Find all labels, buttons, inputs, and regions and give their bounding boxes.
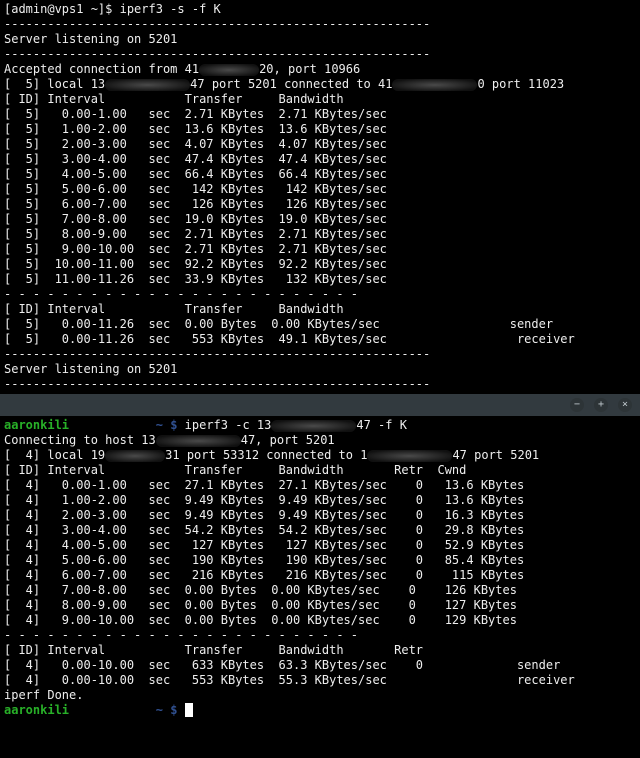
prompt-path: ~ $ <box>149 418 185 432</box>
prompt-path: ~ $ <box>149 703 185 717</box>
table-row: [ 4] 3.00-4.00 sec 54.2 KBytes 54.2 KByt… <box>4 523 575 537</box>
table-row: [ 5] 1.00-2.00 sec 13.6 KBytes 13.6 KByt… <box>4 122 517 136</box>
table-row: [ 5] 11.00-11.26 sec 33.9 KBytes 132 KBy… <box>4 272 517 286</box>
cursor-icon <box>185 703 193 717</box>
table-header: [ ID] Interval Transfer Bandwidth Retr C… <box>4 463 466 477</box>
close-icon[interactable]: × <box>618 398 632 412</box>
divider: ----------------------------------------… <box>4 347 430 361</box>
table-header: [ ID] Interval Transfer Bandwidth <box>4 302 344 316</box>
divider: ----------------------------------------… <box>4 17 430 31</box>
table-row: [ 5] 6.00-7.00 sec 126 KBytes 126 KBytes… <box>4 197 517 211</box>
client-command: iperf3 -c 1347 -f K <box>185 418 407 432</box>
connecting-line: Connecting to host 1347, port 5201 <box>4 433 335 447</box>
server-listening: Server listening on 5201 <box>4 32 177 46</box>
redacted-ip <box>392 79 477 91</box>
server-terminal[interactable]: [admin@vps1 ~]$ iperf3 -s -f K ---------… <box>0 0 640 394</box>
local-line: [ 5] local 1347 port 5201 connected to 4… <box>4 77 564 91</box>
separator: - - - - - - - - - - - - - - - - - - - - … <box>4 287 358 301</box>
table-row: [ 4] 0.00-1.00 sec 27.1 KBytes 27.1 KByt… <box>4 478 575 492</box>
table-row: [ 5] 4.00-5.00 sec 66.4 KBytes 66.4 KByt… <box>4 167 517 181</box>
prompt-user: aaronkili <box>4 703 69 717</box>
redacted-ip <box>271 420 356 432</box>
client-prompt-line: aaronkili ~ $ iperf3 -c 1347 -f K <box>4 418 407 432</box>
table-row: [ 4] 5.00-6.00 sec 190 KBytes 190 KBytes… <box>4 553 575 567</box>
redacted-ip <box>156 435 241 447</box>
summary-row: [ 5] 0.00-11.26 sec 553 KBytes 49.1 KByt… <box>4 332 575 346</box>
client-prompt-line: aaronkili ~ $ <box>4 703 193 717</box>
summary-row: [ 4] 0.00-10.00 sec 553 KBytes 55.3 KByt… <box>4 673 575 687</box>
table-header: [ ID] Interval Transfer Bandwidth Retr <box>4 643 423 657</box>
table-row: [ 5] 8.00-9.00 sec 2.71 KBytes 2.71 KByt… <box>4 227 517 241</box>
table-row: [ 4] 8.00-9.00 sec 0.00 Bytes 0.00 KByte… <box>4 598 568 612</box>
summary-row: [ 4] 0.00-10.00 sec 633 KBytes 63.3 KByt… <box>4 658 560 672</box>
server-listening: Server listening on 5201 <box>4 362 177 376</box>
maximize-icon[interactable]: + <box>594 398 608 412</box>
table-row: [ 5] 7.00-8.00 sec 19.0 KBytes 19.0 KByt… <box>4 212 517 226</box>
redacted-ip <box>199 64 259 76</box>
table-row: [ 5] 3.00-4.00 sec 47.4 KBytes 47.4 KByt… <box>4 152 517 166</box>
table-header: [ ID] Interval Transfer Bandwidth <box>4 92 344 106</box>
table-row: [ 5] 2.00-3.00 sec 4.07 KBytes 4.07 KByt… <box>4 137 517 151</box>
server-prompt-line: [admin@vps1 ~]$ iperf3 -s -f K <box>4 2 221 16</box>
table-row: [ 5] 0.00-1.00 sec 2.71 KBytes 2.71 KByt… <box>4 107 517 121</box>
table-row: [ 5] 10.00-11.00 sec 92.2 KBytes 92.2 KB… <box>4 257 517 271</box>
table-row: [ 4] 2.00-3.00 sec 9.49 KBytes 9.49 KByt… <box>4 508 575 522</box>
divider: ----------------------------------------… <box>4 47 430 61</box>
table-row: [ 4] 4.00-5.00 sec 127 KBytes 127 KBytes… <box>4 538 575 552</box>
table-row: [ 4] 6.00-7.00 sec 216 KBytes 216 KBytes… <box>4 568 575 582</box>
accepted-line: Accepted connection from 4120, port 1096… <box>4 62 360 76</box>
summary-row: [ 5] 0.00-11.26 sec 0.00 Bytes 0.00 KByt… <box>4 317 553 331</box>
prompt-user: aaronkili <box>4 418 69 432</box>
local-line: [ 4] local 1931 port 53312 connected to … <box>4 448 539 462</box>
divider: ----------------------------------------… <box>4 377 430 391</box>
redacted-ip <box>105 450 165 462</box>
table-row: [ 5] 5.00-6.00 sec 142 KBytes 142 KBytes… <box>4 182 517 196</box>
separator: - - - - - - - - - - - - - - - - - - - - … <box>4 628 358 642</box>
client-terminal[interactable]: aaronkili ~ $ iperf3 -c 1347 -f K Connec… <box>0 416 640 720</box>
redacted-ip <box>105 79 190 91</box>
table-row: [ 4] 9.00-10.00 sec 0.00 Bytes 0.00 KByt… <box>4 613 568 627</box>
window-titlebar: − + × <box>0 394 640 416</box>
table-row: [ 4] 1.00-2.00 sec 9.49 KBytes 9.49 KByt… <box>4 493 575 507</box>
redacted-ip <box>367 450 452 462</box>
minimize-icon[interactable]: − <box>570 398 584 412</box>
table-row: [ 4] 7.00-8.00 sec 0.00 Bytes 0.00 KByte… <box>4 583 568 597</box>
table-row: [ 5] 9.00-10.00 sec 2.71 KBytes 2.71 KBy… <box>4 242 517 256</box>
done-line: iperf Done. <box>4 688 83 702</box>
